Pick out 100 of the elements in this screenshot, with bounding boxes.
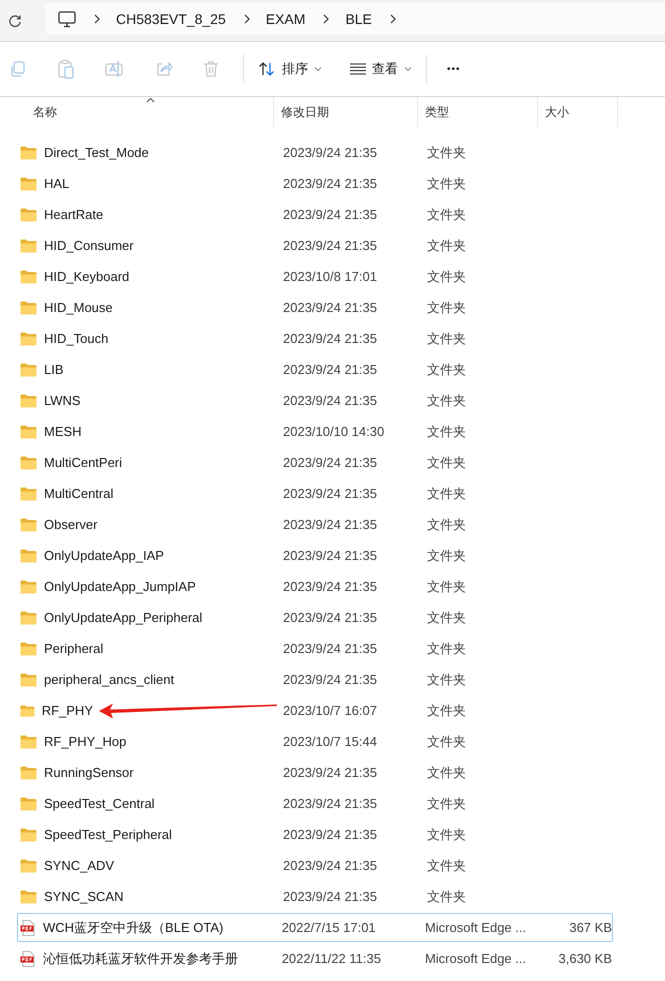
delete-icon[interactable]: [203, 60, 219, 78]
column-header[interactable]: 类型: [418, 97, 538, 127]
date-cell-text: 2023/9/24 21:35: [282, 796, 378, 811]
file-row[interactable]: LWNS 2023/9/24 21:35 文件夹: [17, 386, 613, 415]
file-row[interactable]: RunningSensor 2023/9/24 21:35 文件夹: [17, 758, 613, 787]
folder-icon: [20, 796, 37, 810]
folder-icon: [20, 642, 37, 656]
breadcrumb-item[interactable]: EXAM: [266, 11, 306, 27]
file-name: SYNC_SCAN: [44, 889, 124, 904]
file-name: RF_PHY: [42, 703, 93, 718]
caret-icon: [404, 66, 412, 72]
type-cell-text: 文件夹: [427, 546, 467, 564]
date-cell-text: 2023/9/24 21:35: [282, 858, 378, 873]
file-row[interactable]: RF_PHY_Hop 2023/10/7 15:44 文件夹: [17, 727, 613, 756]
file-row[interactable]: LIB 2023/9/24 21:35 文件夹: [17, 355, 613, 384]
date-cell-text: 2023/9/24 21:35: [282, 300, 378, 315]
folder-icon: [20, 580, 37, 594]
column-header[interactable]: 名称: [0, 97, 274, 127]
file-name: WCH蓝牙空中升级（BLE OTA): [43, 918, 224, 936]
folder-icon: [20, 766, 37, 780]
breadcrumb-item[interactable]: BLE: [345, 11, 372, 27]
file-row[interactable]: Observer 2023/9/24 21:35 文件夹: [17, 510, 613, 539]
file-name: peripheral_ancs_client: [44, 672, 174, 687]
file-row[interactable]: HID_Consumer 2023/9/24 21:35 文件夹: [17, 231, 613, 260]
file-row[interactable]: SYNC_ADV 2023/9/24 21:35 文件夹: [17, 851, 613, 880]
date-cell-text: 2023/9/24 21:35: [282, 827, 378, 842]
date-cell-text: 2023/9/24 21:35: [282, 641, 378, 656]
file-row[interactable]: MESH 2023/10/10 14:30 文件夹: [17, 417, 613, 446]
folder-icon: [20, 208, 37, 222]
date-cell-text: 2023/9/24 21:35: [282, 517, 378, 532]
file-row[interactable]: 沁恒低功耗蓝牙软件开发参考手册 2022/11/22 11:35 Microsoft Edge ... 3,630 KB: [17, 944, 613, 973]
file-name: HID_Mouse: [44, 300, 113, 315]
date-cell-text: 2023/9/24 21:35: [282, 889, 378, 904]
list-icon: [350, 63, 366, 75]
share-icon[interactable]: [155, 60, 173, 78]
file-name: Peripheral: [44, 641, 104, 656]
file-row[interactable]: OnlyUpdateApp_Peripheral 2023/9/24 21:35 文件夹: [17, 603, 613, 632]
file-name: LWNS: [44, 393, 81, 408]
folder-icon: [20, 270, 37, 284]
size-cell-text: 367 KB: [568, 920, 612, 935]
file-name: SpeedTest_Central: [44, 796, 155, 811]
type-cell-text: 文件夹: [427, 236, 467, 254]
file-row[interactable]: SYNC_SCAN 2023/9/24 21:35 文件夹: [17, 882, 613, 911]
date-cell-text: 2023/9/24 21:35: [282, 238, 378, 253]
file-name: HID_Consumer: [44, 238, 134, 253]
paste-icon[interactable]: [57, 59, 75, 79]
more-button[interactable]: •••: [439, 60, 469, 78]
address-bar[interactable]: CH583EVT_8_25 EXAM BLE: [45, 3, 665, 35]
file-row[interactable]: RF_PHY 2023/10/7 16:07 文件夹: [17, 696, 613, 725]
file-row[interactable]: HID_Keyboard 2023/10/8 17:01 文件夹: [17, 262, 613, 291]
file-row[interactable]: Direct_Test_Mode 2023/9/24 21:35 文件夹: [17, 138, 613, 167]
type-cell-text: 文件夹: [427, 794, 467, 812]
file-row[interactable]: HID_Mouse 2023/9/24 21:35 文件夹: [17, 293, 613, 322]
folder-icon: [20, 548, 37, 562]
selected-file-row[interactable]: WCH蓝牙空中升级（BLE OTA) 2022/7/15 17:01 Microsoft Edge ... 367 KB: [17, 913, 613, 942]
file-name: MESH: [44, 424, 82, 439]
folder-icon: [20, 890, 37, 904]
refresh-icon[interactable]: [8, 14, 22, 28]
column-header[interactable]: 大小: [538, 97, 618, 127]
file-name: HID_Touch: [44, 331, 108, 346]
file-row[interactable]: OnlyUpdateApp_IAP 2023/9/24 21:35 文件夹: [17, 541, 613, 570]
date-cell-text: 2022/7/15 17:01: [280, 920, 377, 935]
type-cell-text: 文件夹: [427, 484, 467, 502]
folder-icon: [20, 394, 37, 408]
type-cell-text: 文件夹: [427, 670, 467, 688]
file-row[interactable]: HAL 2023/9/24 21:35 文件夹: [17, 169, 613, 198]
column-header[interactable]: 修改日期: [274, 97, 418, 127]
folder-icon: [20, 518, 37, 532]
file-row[interactable]: OnlyUpdateApp_JumpIAP 2023/9/24 21:35 文件夹: [17, 572, 613, 601]
folder-icon: [20, 238, 37, 252]
date-cell-text: 2023/9/24 21:35: [282, 486, 378, 501]
sort-button[interactable]: 排序: [250, 56, 330, 82]
view-button[interactable]: 查看: [342, 56, 420, 82]
file-name: MultiCentPeri: [44, 455, 122, 470]
file-row[interactable]: MultiCentral 2023/9/24 21:35 文件夹: [17, 479, 613, 508]
file-row[interactable]: HID_Touch 2023/9/24 21:35 文件夹: [17, 324, 613, 353]
copy-icon[interactable]: [9, 60, 27, 78]
file-row[interactable]: SpeedTest_Central 2023/9/24 21:35 文件夹: [17, 789, 613, 818]
folder-icon: [20, 610, 37, 624]
type-cell-text: 文件夹: [427, 454, 467, 472]
file-row[interactable]: HeartRate 2023/9/24 21:35 文件夹: [17, 200, 613, 229]
date-cell-text: 2023/9/24 21:35: [282, 145, 378, 160]
date-cell-text: 2023/10/7 16:07: [282, 703, 378, 718]
file-row[interactable]: peripheral_ancs_client 2023/9/24 21:35 文件夹: [17, 665, 613, 694]
file-row[interactable]: SpeedTest_Peripheral 2023/9/24 21:35 文件夹: [17, 820, 613, 849]
type-cell-text: 文件夹: [427, 144, 467, 162]
type-cell-text: 文件夹: [427, 298, 467, 316]
file-row[interactable]: MultiCentPeri 2023/9/24 21:35 文件夹: [17, 448, 613, 477]
chevron-icon: [388, 14, 397, 24]
folder-icon: [20, 176, 37, 190]
caret-icon: [314, 66, 322, 72]
breadcrumb-item[interactable]: CH583EVT_8_25: [116, 11, 226, 27]
file-row[interactable]: Peripheral 2023/9/24 21:35 文件夹: [17, 634, 613, 663]
rename-icon[interactable]: [105, 60, 125, 78]
type-cell-text: 文件夹: [427, 516, 467, 534]
folder-icon: [20, 332, 37, 346]
type-cell-text: 文件夹: [427, 392, 467, 410]
file-name: Observer: [44, 517, 98, 532]
computer-icon: [58, 10, 76, 28]
type-cell-text: 文件夹: [427, 268, 467, 286]
